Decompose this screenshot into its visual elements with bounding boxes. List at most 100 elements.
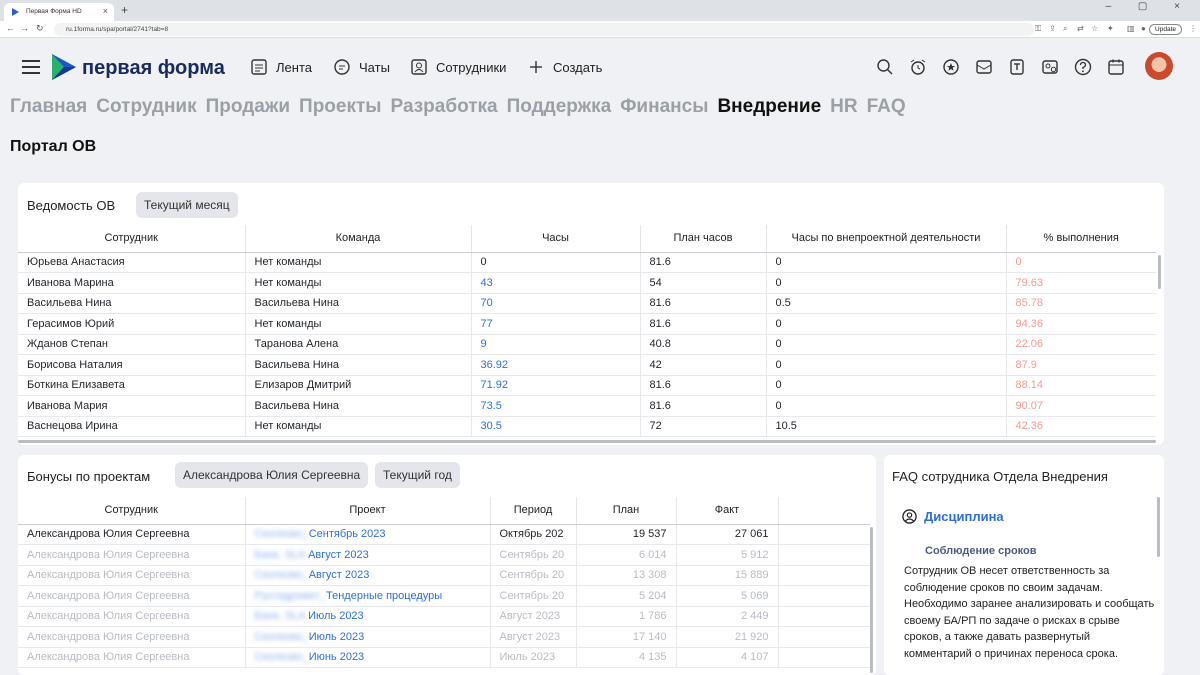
project-client-redacted[interactable]: Русгидромет_ bbox=[255, 590, 327, 602]
bookmark-icon[interactable]: ☆ bbox=[1091, 24, 1098, 33]
share-icon[interactable]: ⇪ bbox=[1049, 24, 1056, 33]
key-icon[interactable]: ⚿ bbox=[1035, 24, 1041, 34]
table-row[interactable]: Александрова Юлия Сергеевна Русгидромет_Т… bbox=[18, 585, 870, 607]
cell-hours-link[interactable]: 30.5 bbox=[471, 416, 641, 437]
vedomost-h-scrollbar[interactable] bbox=[18, 440, 1156, 443]
nav-feed[interactable]: Лента bbox=[250, 58, 312, 76]
project-client-redacted[interactable]: Банк. SLA bbox=[255, 549, 309, 561]
new-tab-icon[interactable]: + bbox=[121, 3, 128, 17]
extensions-icon[interactable]: ✦ bbox=[1107, 24, 1114, 33]
sidepanel-icon[interactable]: ▥ bbox=[1127, 24, 1135, 33]
brand-name[interactable]: первая форма bbox=[82, 57, 225, 80]
favorites-icon[interactable] bbox=[942, 58, 960, 76]
col-employee[interactable]: Сотрудник bbox=[18, 225, 246, 253]
search-icon[interactable] bbox=[876, 58, 894, 76]
table-row[interactable]: Александрова Юлия Сергеевна Сколково_Июль… bbox=[18, 626, 870, 648]
cell-hours-link[interactable]: 70 bbox=[471, 293, 641, 314]
col-plan-hours[interactable]: План часов bbox=[640, 225, 767, 253]
project-client-redacted[interactable]: Сколково_ bbox=[255, 528, 309, 540]
cell-hours-link[interactable]: 36.92 bbox=[471, 354, 641, 376]
tab-hr[interactable]: HR bbox=[830, 96, 857, 118]
project-client-redacted[interactable]: Сколково_ bbox=[255, 569, 309, 581]
project-link[interactable]: Июль 2023 bbox=[308, 610, 364, 622]
cell-bonus-project[interactable]: Сколково_Июль 2023 bbox=[245, 626, 491, 648]
cell-hours-link[interactable]: 73.5 bbox=[471, 395, 641, 417]
table-row[interactable]: Иванова Марина Нет команды 43 54 0 79.63 bbox=[18, 272, 1156, 294]
cell-bonus-project[interactable]: Банк. SLA Август 2023 bbox=[245, 544, 491, 566]
tab-faq[interactable]: FAQ bbox=[867, 96, 906, 118]
cell-bonus-project[interactable]: Банк. SLA Июль 2023 bbox=[245, 606, 491, 627]
avatar[interactable] bbox=[1145, 52, 1173, 80]
cell-hours-link[interactable]: 71.92 bbox=[471, 375, 641, 396]
mail-icon[interactable] bbox=[975, 58, 993, 76]
faq-section-discipline[interactable]: Дисциплина bbox=[902, 509, 1004, 524]
hamburger-menu-icon[interactable] bbox=[22, 60, 40, 78]
faq-scrollbar[interactable] bbox=[1157, 497, 1160, 557]
project-link[interactable]: Август 2023 bbox=[308, 549, 369, 561]
project-client-redacted[interactable]: Сколково_ bbox=[255, 631, 309, 643]
nav-create[interactable]: Создать bbox=[527, 58, 602, 76]
bonuses-person-filter[interactable]: Александрова Юлия Сергеевна bbox=[175, 462, 369, 488]
table-row[interactable]: Васнецова Ирина Нет команды 30.5 72 10.5 42.3… bbox=[18, 416, 1156, 437]
tab-projects[interactable]: Проекты bbox=[299, 96, 381, 118]
cell-bonus-project[interactable]: Сколково_Июнь 2023 bbox=[245, 647, 491, 668]
col-hours[interactable]: Часы bbox=[471, 225, 641, 253]
col-bonus-fact[interactable]: Факт bbox=[676, 497, 779, 525]
nav-employees[interactable]: Сотрудники bbox=[410, 58, 506, 76]
cell-hours-link[interactable]: 77 bbox=[471, 313, 641, 335]
cell-bonus-project[interactable]: Сколково_Сентябрь 2023 bbox=[245, 524, 491, 545]
faq-subsection[interactable]: Соблюдение сроков bbox=[925, 545, 1037, 557]
back-icon[interactable]: ← bbox=[6, 23, 15, 33]
browser-tab[interactable]: Первая Форма HD × bbox=[4, 3, 114, 21]
tab-support[interactable]: Поддержка bbox=[507, 96, 612, 118]
col-completion[interactable]: % выполнения bbox=[1006, 225, 1156, 253]
cell-bonus-project[interactable]: Сколково_Август 2023 bbox=[245, 565, 491, 586]
reload-icon[interactable]: ↻ bbox=[36, 23, 44, 34]
tasks-icon[interactable] bbox=[1008, 58, 1026, 76]
table-row[interactable]: Александрова Юлия Сергеевна Сколково_Июнь… bbox=[18, 647, 870, 668]
col-bonus-plan[interactable]: План bbox=[576, 497, 677, 525]
forward-icon[interactable]: → bbox=[20, 23, 29, 33]
translate-icon[interactable]: ⇄ bbox=[1077, 24, 1084, 33]
col-bonus-project[interactable]: Проект bbox=[245, 497, 491, 525]
tab-main[interactable]: Главная bbox=[10, 96, 87, 118]
table-row[interactable]: Герасимов Юрий Нет команды 77 81.6 0 94.36 bbox=[18, 313, 1156, 335]
table-row[interactable]: Александрова Юлия Сергеевна Банк. SLA Июл… bbox=[18, 606, 870, 627]
brand-logo-icon[interactable] bbox=[52, 54, 76, 80]
table-row[interactable]: Боткина Елизавета Елизаров Дмитрий 71.92 81… bbox=[18, 375, 1156, 396]
table-row[interactable]: Александрова Юлия Сергеевна Сколково_Сент… bbox=[18, 524, 870, 545]
alarm-clock-icon[interactable] bbox=[909, 58, 927, 76]
table-row[interactable]: Васильева Нина Васильева Нина 70 81.6 0.5 85.… bbox=[18, 293, 1156, 314]
project-link[interactable]: Август 2023 bbox=[309, 569, 370, 581]
vedomost-scrollbar[interactable] bbox=[1158, 255, 1161, 289]
project-client-redacted[interactable]: Банк. SLA bbox=[255, 610, 309, 622]
cell-hours-link[interactable]: 9 bbox=[471, 334, 641, 355]
tab-development[interactable]: Разработка bbox=[391, 96, 498, 118]
zoom-icon[interactable]: ⌕ bbox=[1063, 24, 1067, 34]
menu-dots-icon[interactable]: ⋮ bbox=[1189, 24, 1197, 33]
project-link[interactable]: Тендерные процедуры bbox=[326, 590, 442, 602]
close-tab-icon[interactable]: × bbox=[103, 6, 108, 16]
project-link[interactable]: Июнь 2023 bbox=[309, 651, 365, 663]
col-bonus-employee[interactable]: Сотрудник bbox=[18, 497, 246, 525]
update-button[interactable]: Update bbox=[1149, 24, 1182, 35]
cell-hours-link[interactable]: 0 bbox=[471, 252, 641, 273]
tab-implementation[interactable]: Внедрение bbox=[717, 96, 821, 118]
cell-hours-link[interactable]: 43 bbox=[471, 272, 641, 294]
vedomost-period-filter[interactable]: Текущий месяц bbox=[136, 192, 238, 218]
calendar-icon[interactable] bbox=[1107, 58, 1125, 76]
project-link[interactable]: Сентябрь 2023 bbox=[309, 528, 386, 540]
nav-chats[interactable]: Чаты bbox=[333, 58, 390, 76]
tab-employee[interactable]: Сотрудник bbox=[96, 96, 196, 118]
col-team[interactable]: Команда bbox=[245, 225, 472, 253]
bonuses-scrollbar[interactable] bbox=[870, 527, 873, 673]
table-row[interactable]: Иванова Мария Васильева Нина 73.5 81.6 0 90.0… bbox=[18, 395, 1156, 417]
table-row[interactable]: Александрова Юлия Сергеевна Банк. SLA Авг… bbox=[18, 544, 870, 566]
project-client-redacted[interactable]: Сколково_ bbox=[255, 651, 309, 663]
col-bonus-period[interactable]: Период bbox=[490, 497, 577, 525]
help-icon[interactable] bbox=[1074, 58, 1092, 76]
table-row[interactable]: Борисова Наталия Васильева Нина 36.92 42 0 87… bbox=[18, 354, 1156, 376]
table-row[interactable]: Юрьева Анастасия Нет команды 0 81.6 0 0 bbox=[18, 252, 1156, 273]
table-row[interactable]: Александрова Юлия Сергеевна Сколково_Авгу… bbox=[18, 565, 870, 586]
project-link[interactable]: Июль 2023 bbox=[309, 631, 365, 643]
